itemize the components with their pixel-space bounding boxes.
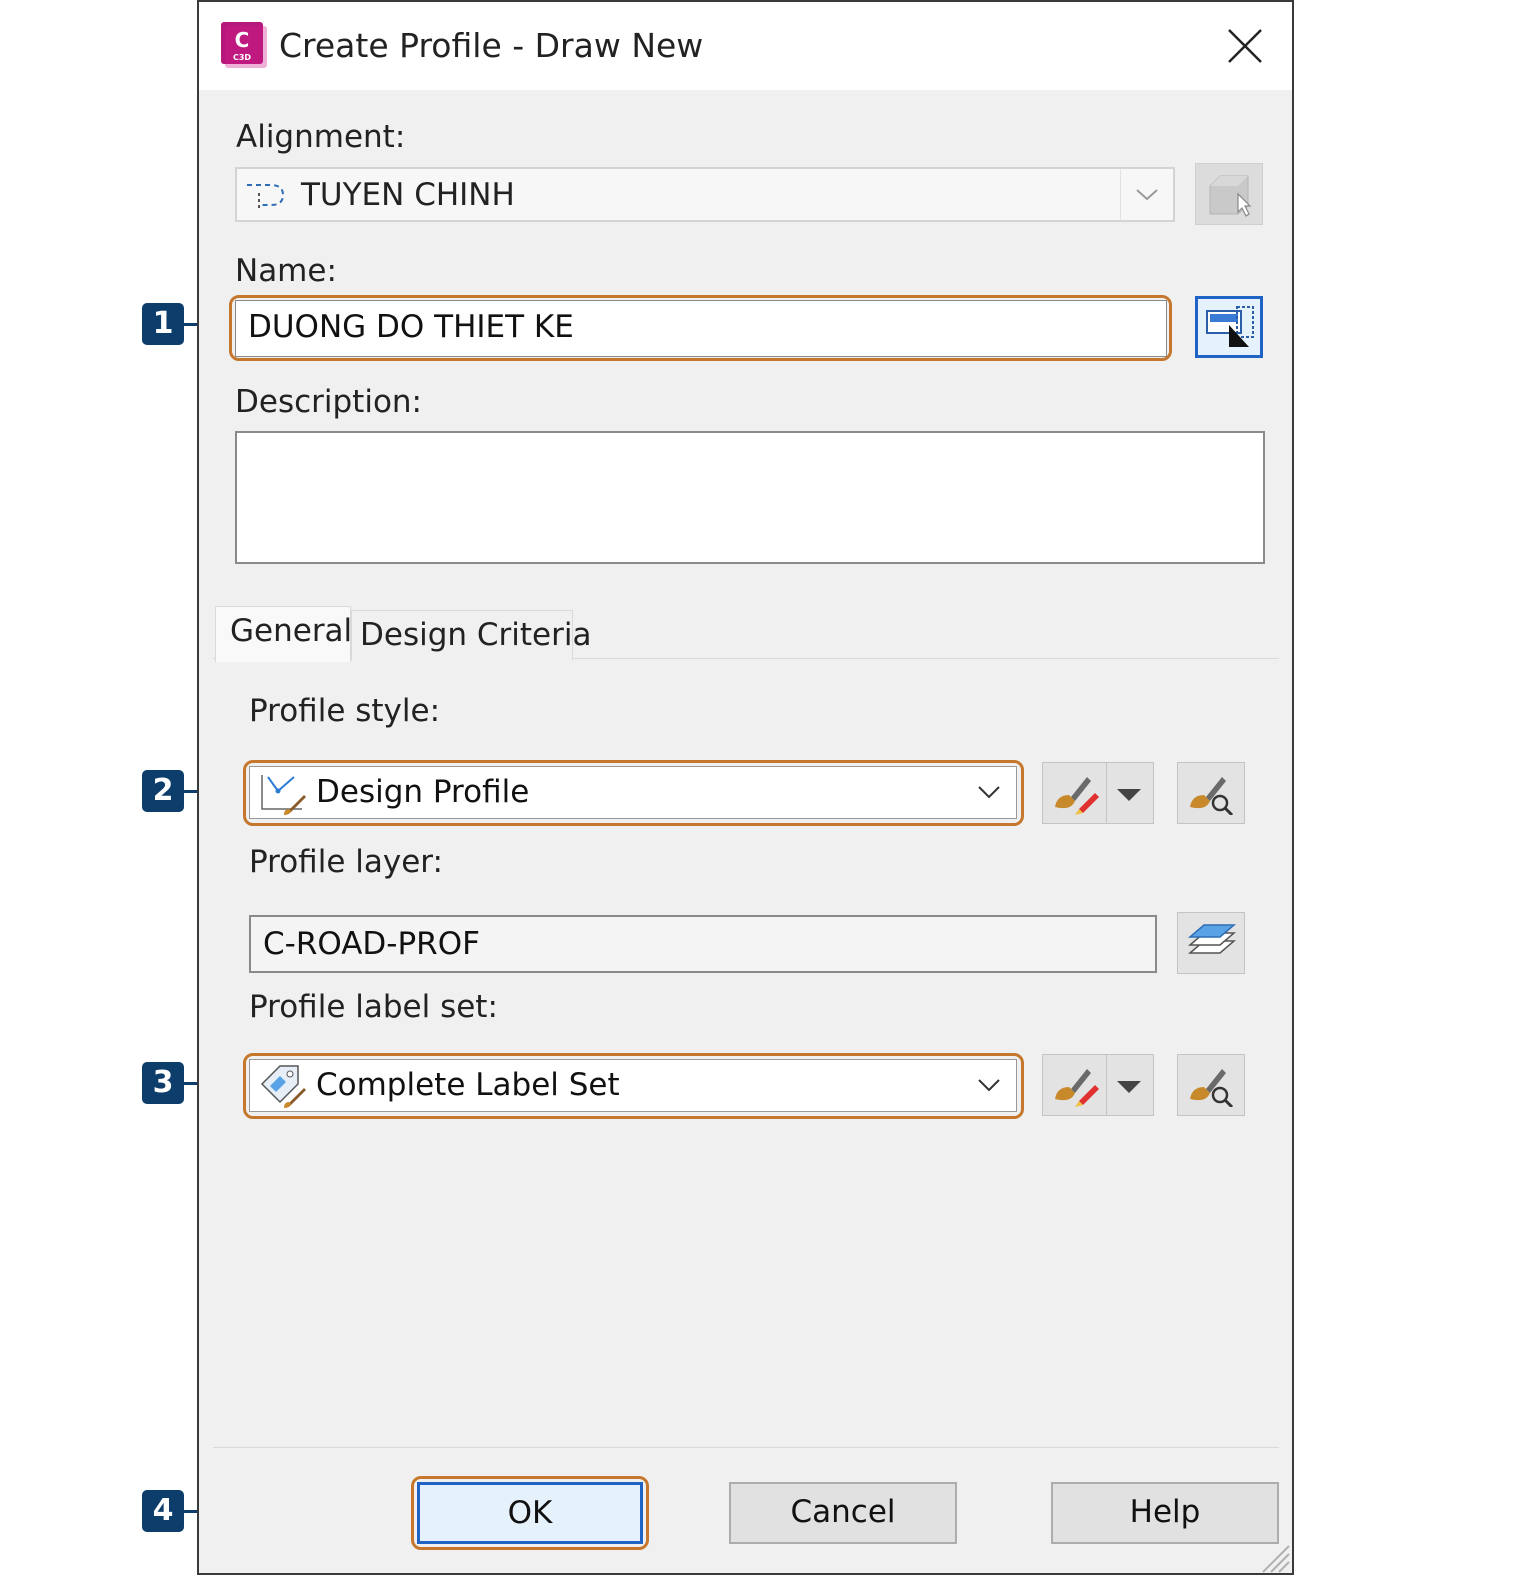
alignment-select[interactable]: TUYEN CHINH bbox=[235, 167, 1175, 222]
svg-text:C3D: C3D bbox=[233, 53, 251, 62]
dialog-title: Create Profile - Draw New bbox=[279, 26, 704, 65]
tab-general[interactable]: General bbox=[215, 606, 353, 662]
title-bar: C C3D Create Profile - Draw New bbox=[199, 2, 1292, 90]
description-label: Description: bbox=[235, 384, 422, 420]
callout-badge-2: 2 bbox=[142, 770, 184, 812]
label-set-details-button[interactable] bbox=[1177, 1054, 1245, 1116]
edit-style-icon bbox=[1055, 1069, 1099, 1107]
name-highlight-frame bbox=[229, 295, 1172, 361]
profile-layer-field: C-ROAD-PROF bbox=[249, 915, 1157, 973]
alignment-dropdown-arrow[interactable] bbox=[1120, 169, 1173, 220]
ok-highlight-frame bbox=[411, 1476, 649, 1550]
profile-layer-button[interactable] bbox=[1177, 912, 1245, 974]
tab-design-criteria[interactable]: Design Criteria bbox=[351, 610, 591, 660]
alignment-value: TUYEN CHINH bbox=[301, 177, 515, 213]
name-label: Name: bbox=[235, 253, 337, 289]
caret-down-icon[interactable] bbox=[1115, 1079, 1143, 1095]
layers-icon bbox=[1187, 924, 1237, 954]
profile-layer-value: C-ROAD-PROF bbox=[263, 926, 480, 962]
profile-style-edit-split-button[interactable] bbox=[1042, 762, 1154, 824]
style-details-icon bbox=[1190, 1069, 1234, 1107]
label-set-edit-split-button[interactable] bbox=[1042, 1054, 1154, 1116]
description-field[interactable] bbox=[235, 431, 1265, 564]
callout-badge-1: 1 bbox=[142, 303, 184, 345]
profile-style-details-button[interactable] bbox=[1177, 762, 1245, 824]
tab-design-criteria-label: Design Criteria bbox=[360, 617, 592, 653]
name-template-icon bbox=[1206, 306, 1254, 347]
callout-badge-3: 3 bbox=[142, 1062, 184, 1104]
edit-style-icon bbox=[1055, 777, 1099, 815]
close-button[interactable] bbox=[1219, 20, 1271, 72]
callout-badge-4: 4 bbox=[142, 1490, 184, 1532]
pick-alignment-button[interactable] bbox=[1195, 163, 1263, 225]
create-profile-dialog: C C3D Create Profile - Draw New Alignmen… bbox=[197, 0, 1294, 1575]
profile-style-highlight-frame bbox=[243, 760, 1024, 826]
style-details-icon bbox=[1190, 777, 1234, 815]
alignment-label: Alignment: bbox=[236, 119, 406, 155]
alignment-icon bbox=[247, 184, 285, 209]
pick-from-drawing-icon bbox=[1209, 175, 1252, 217]
chevron-down-icon bbox=[1136, 189, 1158, 201]
profile-label-set-highlight-frame bbox=[243, 1053, 1024, 1119]
help-button[interactable]: Help bbox=[1051, 1482, 1279, 1544]
tab-general-label: General bbox=[230, 613, 353, 649]
split-divider bbox=[1106, 763, 1107, 823]
caret-down-icon[interactable] bbox=[1115, 787, 1143, 803]
profile-label-set-label: Profile label set: bbox=[249, 989, 498, 1025]
svg-text:C: C bbox=[235, 28, 250, 52]
civil3d-app-icon: C C3D bbox=[221, 22, 267, 68]
profile-style-label: Profile style: bbox=[249, 693, 441, 729]
close-icon bbox=[1228, 29, 1262, 63]
name-template-button[interactable] bbox=[1195, 296, 1263, 358]
resize-grip-icon[interactable] bbox=[1257, 1540, 1291, 1574]
profile-layer-label: Profile layer: bbox=[249, 844, 443, 880]
cancel-button[interactable]: Cancel bbox=[729, 1482, 957, 1544]
split-divider bbox=[1106, 1055, 1107, 1115]
